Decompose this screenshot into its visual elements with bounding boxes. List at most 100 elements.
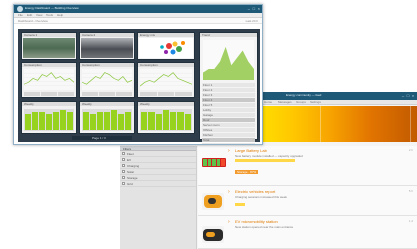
line-chart-tile[interactable]: Consumption: [137, 62, 195, 98]
series-line: [140, 72, 192, 87]
trend-list-item[interactable]: Floor 4: [202, 98, 255, 102]
bar: [148, 112, 155, 130]
feed-post[interactable]: › Electric vehicles report 5 h Charging …: [198, 187, 417, 216]
post-text: Charging sessions increased this week: [235, 195, 287, 199]
menu-item[interactable]: Messages: [278, 100, 292, 104]
trend-list-item[interactable]: Floor 5: [202, 103, 255, 107]
bar-chart: [24, 109, 74, 131]
line-chart-tile[interactable]: Consumption: [79, 62, 135, 98]
menu-item[interactable]: Settings: [310, 100, 321, 104]
pager[interactable]: Page 1 / 3: [72, 136, 132, 140]
camera-tile[interactable]: Camera 1: [21, 32, 77, 60]
bar: [184, 114, 191, 130]
post-highlight: [235, 203, 245, 206]
bar: [46, 114, 52, 130]
menu-item[interactable]: Tools: [46, 13, 53, 17]
post-time: 1 d: [408, 219, 413, 223]
trend-list-item[interactable]: Server room: [202, 123, 255, 127]
trend-list-item[interactable]: Lobby: [202, 108, 255, 112]
menu-item[interactable]: View: [36, 13, 42, 17]
breadcrumb-text[interactable]: Dashboard › Overview: [18, 19, 48, 23]
line-chart: [140, 69, 192, 90]
post-arrow-icon: ›: [228, 148, 230, 154]
menu-item[interactable]: Home: [264, 100, 272, 104]
camera-tile[interactable]: Camera 2: [79, 32, 135, 60]
trend-list-item[interactable]: Floor 1: [202, 83, 255, 87]
bar: [125, 112, 131, 130]
post-highlight: [235, 159, 295, 162]
minimize-icon[interactable]: –: [401, 93, 405, 98]
close-icon[interactable]: ×: [258, 6, 260, 11]
bar-chart-tile[interactable]: Weekly: [21, 101, 77, 134]
trend-list-item[interactable]: Floor 3: [202, 93, 255, 97]
checkbox[interactable]: [122, 158, 125, 161]
bar: [118, 114, 124, 130]
checkbox[interactable]: [122, 176, 125, 179]
trend-list-item[interactable]: Floor 2: [202, 88, 255, 92]
back-window-titlebar[interactable]: Energy community — feed – □ ×: [260, 92, 417, 100]
bar-chart-tile[interactable]: Weekly: [79, 101, 135, 134]
energy-mix-graphic: [139, 38, 193, 58]
checkbox[interactable]: [122, 152, 125, 155]
energy-mix-tile[interactable]: Energy mix: [137, 32, 195, 60]
close-icon[interactable]: ×: [411, 93, 415, 98]
maximize-icon[interactable]: □: [253, 6, 255, 11]
trend-list-item[interactable]: Roof: [202, 118, 255, 122]
filter-panel: Filters Fleet EV Charging Solar Storage …: [120, 146, 197, 249]
tile-title: Consumption: [82, 63, 100, 67]
bar: [90, 114, 96, 130]
menu-item[interactable]: Help: [57, 13, 63, 17]
bar: [104, 112, 110, 130]
post-title[interactable]: Large Battery Lab: [235, 148, 267, 153]
trend-list-item[interactable]: Total: [202, 138, 255, 142]
checkbox[interactable]: [122, 164, 125, 167]
activity-feed: › Large Battery Lab 2 h New battery modu…: [198, 146, 417, 249]
menu-item[interactable]: File: [18, 13, 23, 17]
post-thumbnail: [202, 226, 224, 243]
bar: [67, 112, 73, 130]
post-title[interactable]: EV micromobility station: [235, 219, 278, 224]
post-text: New battery module installed — capacity …: [235, 154, 303, 158]
filter-row[interactable]: Grid: [120, 181, 196, 187]
trend-list-label: Floor 3: [203, 93, 213, 97]
trend-list-label: Kitchen: [203, 133, 214, 137]
menu-item[interactable]: Groups: [296, 100, 306, 104]
trend-list-item[interactable]: Offices: [202, 128, 255, 132]
feed-post[interactable]: › EV micromobility station 1 d New stati…: [198, 217, 417, 249]
post-text: New station opened near the main entranc…: [235, 225, 294, 229]
menu-item[interactable]: Edit: [27, 13, 32, 17]
bar-chart-tile[interactable]: Weekly: [137, 101, 195, 134]
minimize-icon[interactable]: –: [248, 6, 250, 11]
trend-list-label: Garage: [203, 113, 214, 117]
post-time: 2 h: [408, 148, 413, 152]
trend-list-item[interactable]: Garage: [202, 113, 255, 117]
trend-panel-title: Trend: [202, 33, 210, 37]
checkbox[interactable]: [122, 170, 125, 173]
bar: [32, 112, 38, 130]
dashboard-titlebar[interactable]: Energy Dashboard — Building Overview – □…: [14, 5, 262, 13]
filter-label: EV: [127, 158, 132, 162]
trend-list-label: Export: [203, 143, 212, 145]
post-tag[interactable]: Storage · 87%: [235, 170, 259, 174]
feed-post[interactable]: › Large Battery Lab 2 h New battery modu…: [198, 146, 417, 186]
bar: [53, 112, 59, 130]
filter-label: Grid: [127, 182, 133, 186]
trend-list-label: Total: [203, 138, 210, 142]
trend-list-item[interactable]: Kitchen: [202, 133, 255, 137]
trend-list-item[interactable]: Export: [202, 143, 255, 145]
dashboard-window: Energy Dashboard — Building Overview – □…: [13, 4, 263, 145]
checkbox[interactable]: [122, 182, 125, 185]
time-range[interactable]: Last 24 h: [246, 19, 258, 23]
post-title[interactable]: Electric vehicles report: [235, 189, 275, 194]
tile-title: Weekly: [140, 102, 150, 106]
post-arrow-icon: ›: [228, 219, 230, 225]
tile-title: Energy mix: [140, 33, 156, 37]
maximize-icon[interactable]: □: [406, 93, 410, 98]
dashboard-title: Energy Dashboard — Building Overview: [25, 6, 79, 10]
breadcrumb: Dashboard › Overview Last 24 h: [14, 18, 262, 24]
line-chart-tile[interactable]: Consumption: [21, 62, 77, 98]
trend-panel[interactable]: Trend Floor 1 Floor 2 Floor 3 Floor 4 Floor …: [199, 32, 258, 144]
bar: [170, 112, 177, 130]
trend-list: Floor 1 Floor 2 Floor 3 Floor 4 Floor 5 Lobby…: [202, 83, 255, 144]
parking-photo: [81, 38, 133, 58]
